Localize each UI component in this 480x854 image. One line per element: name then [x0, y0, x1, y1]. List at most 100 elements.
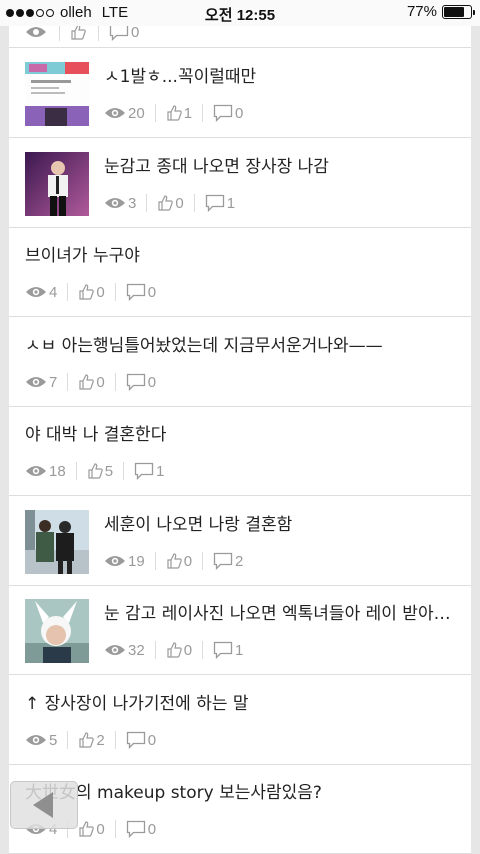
- thumbs-up-icon: [79, 374, 95, 390]
- list-item[interactable]: ↑ 장사장이 나가기전에 하는 말 5 2 0: [9, 676, 471, 765]
- speech-bubble-icon: [109, 26, 129, 41]
- view-count-value: 32: [128, 641, 145, 659]
- list-item[interactable]: 눈감고 종대 나오면 장사장 나감 3 0 1: [9, 139, 471, 228]
- list-item[interactable]: 야 대박 나 결혼한다 18 5 1: [9, 407, 471, 496]
- view-count: 4: [25, 284, 57, 301]
- like-count: 0: [78, 373, 105, 391]
- comment-count: 0: [213, 104, 243, 122]
- post-title[interactable]: 大世女의 makeup story 보는사람있음?: [25, 779, 457, 807]
- thumbs-up-icon: [167, 553, 182, 569]
- like-count: 0: [166, 642, 192, 659]
- post-meta: 7 0 0: [25, 370, 156, 394]
- view-count-value: 5: [49, 731, 58, 749]
- list-item[interactable]: 눈 감고 레이사진 나오면 엑톡녀들아 레이 받아조… 32 0 1: [9, 586, 471, 675]
- post-meta: 4 0 0: [25, 280, 156, 304]
- post-title[interactable]: 브이녀가 누구야: [25, 242, 457, 270]
- like-count-value: 0: [183, 641, 193, 659]
- like-count: 0: [157, 194, 184, 212]
- view-count-value: 18: [49, 462, 66, 480]
- post-title[interactable]: ㅅ1발ㅎ...꼭이럴때만: [104, 63, 457, 91]
- comment-count-value: 0: [147, 820, 157, 838]
- divider: [202, 641, 204, 659]
- view-count-value: 20: [128, 104, 145, 122]
- like-count-value: 0: [96, 820, 105, 838]
- eye-icon: [26, 27, 46, 37]
- like-count-value: 0: [183, 552, 193, 570]
- street-photo-thumbnail[interactable]: [25, 510, 89, 574]
- post-title[interactable]: 세훈이 나오면 나랑 결혼함: [104, 511, 457, 539]
- divider: [75, 462, 77, 480]
- battery-icon: [442, 4, 475, 19]
- like-count: 0: [166, 553, 192, 570]
- like-count-value: 0: [175, 194, 184, 212]
- list-item[interactable]: ㅅ1발ㅎ...꼭이럴때만 20 1 0: [9, 49, 471, 138]
- list-item[interactable]: ㅅㅂ 아는행님틀어놨었는데 지금무서운거나와—— 7 0 0: [9, 318, 471, 407]
- divider: [146, 194, 148, 212]
- comment-count-value: 0: [147, 731, 157, 749]
- list-item[interactable]: 大世女의 makeup story 보는사람있음? 4 0 0: [9, 765, 471, 854]
- like-count: 5: [87, 463, 113, 480]
- thumbs-up-icon: [71, 26, 86, 40]
- comment-count-value: 0: [147, 283, 157, 301]
- speech-bubble-icon: [126, 373, 145, 391]
- divider: [202, 104, 204, 122]
- view-count: 18: [25, 463, 66, 480]
- view-count: 32: [104, 642, 145, 659]
- eye-icon: [105, 645, 125, 655]
- view-count: 3: [104, 195, 136, 212]
- eye-icon: [105, 198, 125, 208]
- like-count-value: 1: [183, 104, 193, 122]
- comment-count: 0: [126, 731, 156, 749]
- post-meta: 19 0 2: [104, 549, 243, 573]
- post-title[interactable]: 야 대박 나 결혼한다: [25, 421, 457, 449]
- post-title[interactable]: ↑ 장사장이 나가기전에 하는 말: [25, 690, 457, 718]
- like-count: 0: [78, 820, 105, 838]
- status-right: 77%: [406, 3, 475, 20]
- post-title[interactable]: ㅅㅂ 아는행님틀어놨었는데 지금무서운거나와——: [25, 332, 457, 360]
- like-count: 1: [166, 105, 192, 122]
- comment-count-value: 1: [156, 462, 165, 480]
- eye-icon: [105, 108, 125, 118]
- bunny-ears-photo-thumbnail[interactable]: [25, 599, 89, 663]
- like-count-value: 0: [96, 373, 105, 391]
- thumbs-up-icon: [158, 195, 174, 211]
- post-title[interactable]: 눈감고 종대 나오면 장사장 나감: [104, 153, 457, 181]
- divider: [123, 462, 125, 480]
- view-count-value: 7: [49, 373, 58, 391]
- comment-count-value: 1: [235, 641, 244, 659]
- divider: [114, 373, 116, 391]
- post-list[interactable]: 0 ㅅ1발ㅎ...꼭이럴때만 20 1 0 눈감고 종대 나오면 장사장 나감 3 0 1 브이…: [9, 26, 471, 854]
- eye-icon: [26, 735, 46, 745]
- speech-bubble-icon: [134, 462, 154, 480]
- comment-count: 0: [126, 283, 156, 301]
- battery-percent: 77%: [406, 3, 437, 20]
- post-title[interactable]: 눈 감고 레이사진 나오면 엑톡녀들아 레이 받아조…: [104, 600, 457, 628]
- thumbs-up-icon: [79, 284, 95, 300]
- comment-count: 2: [213, 552, 243, 570]
- divider: [202, 552, 204, 570]
- post-meta: 3 0 1: [104, 191, 235, 215]
- speech-bubble-icon: [126, 820, 145, 838]
- divider: [114, 283, 116, 301]
- eye-icon: [26, 466, 46, 476]
- post-meta: 20 1 0: [104, 101, 243, 125]
- thumbs-up-icon: [79, 821, 95, 837]
- singer-photo-thumbnail[interactable]: [25, 152, 89, 216]
- divider: [193, 194, 195, 212]
- back-button[interactable]: [10, 781, 78, 829]
- comment-count: 1: [134, 462, 164, 480]
- speech-bubble-icon: [205, 194, 224, 212]
- comment-count-value: 0: [147, 373, 157, 391]
- post-meta: 32 0 1: [104, 638, 243, 662]
- speech-bubble-icon: [213, 641, 233, 659]
- list-item[interactable]: 세훈이 나오면 나랑 결혼함 19 0 2: [9, 497, 471, 586]
- view-count: 5: [25, 732, 57, 749]
- view-count-value: 19: [128, 552, 145, 570]
- list-item-partial[interactable]: 0: [9, 26, 471, 48]
- like-count: 0: [78, 284, 105, 301]
- view-count-value: 4: [49, 283, 58, 301]
- divider: [67, 731, 69, 749]
- thumbs-up-icon: [79, 732, 95, 748]
- screenshot-thumbnail[interactable]: [25, 62, 89, 126]
- list-item[interactable]: 브이녀가 누구야 4 0 0: [9, 228, 471, 317]
